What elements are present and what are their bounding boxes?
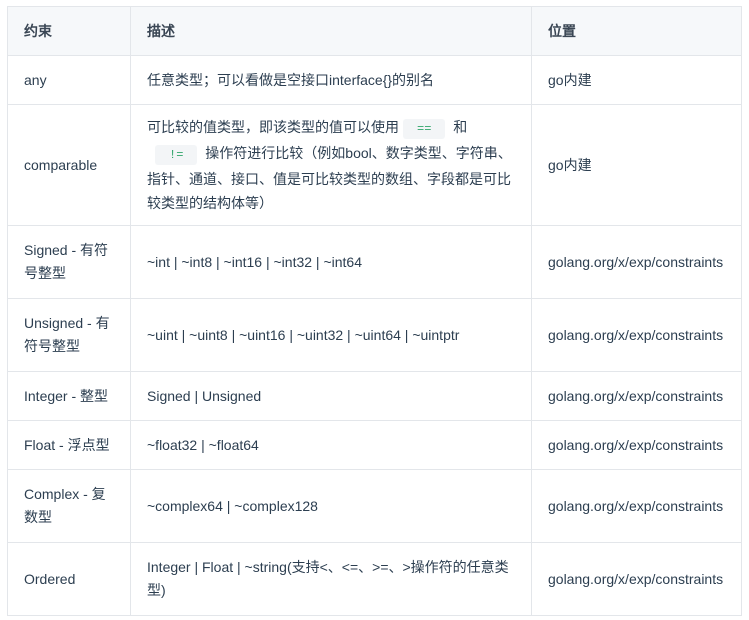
- description-text: 可比较的值类型，即该类型的值可以使用: [147, 119, 399, 135]
- constraint-description: Signed | Unsigned: [130, 371, 532, 421]
- constraint-name: Float - 浮点型: [7, 420, 131, 470]
- constraint-location: golang.org/x/exp/constraints: [531, 371, 742, 421]
- header-constraint: 约束: [7, 6, 131, 56]
- constraint-name: Signed - 有符号整型: [7, 225, 131, 299]
- table-row: any 任意类型；可以看做是空接口interface{}的别名 go内建: [7, 55, 742, 105]
- description-text: 和: [453, 119, 468, 135]
- constraint-name: any: [7, 55, 131, 105]
- table-header-row: 约束 描述 位置: [7, 6, 742, 56]
- constraint-description: ~uint | ~uint8 | ~uint16 | ~uint32 | ~ui…: [130, 298, 532, 372]
- constraint-name: Complex - 复数型: [7, 469, 131, 543]
- constraint-location: golang.org/x/exp/constraints: [531, 225, 742, 299]
- constraint-description: ~complex64 | ~complex128: [130, 469, 532, 543]
- constraint-name: Unsigned - 有符号整型: [7, 298, 131, 372]
- constraint-name: Integer - 整型: [7, 371, 131, 421]
- constraint-description: Integer | Float | ~string(支持<、<=、>=、>操作符…: [130, 542, 532, 616]
- constraint-description: 任意类型；可以看做是空接口interface{}的别名: [130, 55, 532, 105]
- table-row: Ordered Integer | Float | ~string(支持<、<=…: [7, 542, 742, 616]
- constraint-location: golang.org/x/exp/constraints: [531, 469, 742, 543]
- constraints-table: 约束 描述 位置 any 任意类型；可以看做是空接口interface{}的别名…: [7, 6, 742, 616]
- constraint-location: golang.org/x/exp/constraints: [531, 420, 742, 470]
- table-row: Integer - 整型 Signed | Unsigned golang.or…: [7, 371, 742, 421]
- description-text: 操作符进行比较（例如bool、数字类型、字符串、指针、通道、接口、值是可比较类型…: [147, 145, 512, 211]
- constraint-description: ~float32 | ~float64: [130, 420, 532, 470]
- table-row: Unsigned - 有符号整型 ~uint | ~uint8 | ~uint1…: [7, 298, 742, 372]
- table-row: Float - 浮点型 ~float32 | ~float64 golang.o…: [7, 420, 742, 470]
- constraint-location: golang.org/x/exp/constraints: [531, 298, 742, 372]
- equal-operator-code: ==: [403, 119, 446, 139]
- header-location: 位置: [531, 6, 742, 56]
- constraint-location: golang.org/x/exp/constraints: [531, 542, 742, 616]
- constraint-location: go内建: [531, 104, 742, 226]
- table-row: comparable 可比较的值类型，即该类型的值可以使用 == 和 != 操作符进…: [7, 104, 742, 226]
- table-row: Signed - 有符号整型 ~int | ~int8 | ~int16 | ~…: [7, 225, 742, 299]
- header-description: 描述: [130, 6, 532, 56]
- constraint-location: go内建: [531, 55, 742, 105]
- constraint-name: comparable: [7, 104, 131, 226]
- table-row: Complex - 复数型 ~complex64 | ~complex128 g…: [7, 469, 742, 543]
- constraint-name: Ordered: [7, 542, 131, 616]
- not-equal-operator-code: !=: [155, 145, 198, 165]
- constraint-description: ~int | ~int8 | ~int16 | ~int32 | ~int64: [130, 225, 532, 299]
- constraint-description: 可比较的值类型，即该类型的值可以使用 == 和 != 操作符进行比较（例如bool、…: [130, 104, 532, 226]
